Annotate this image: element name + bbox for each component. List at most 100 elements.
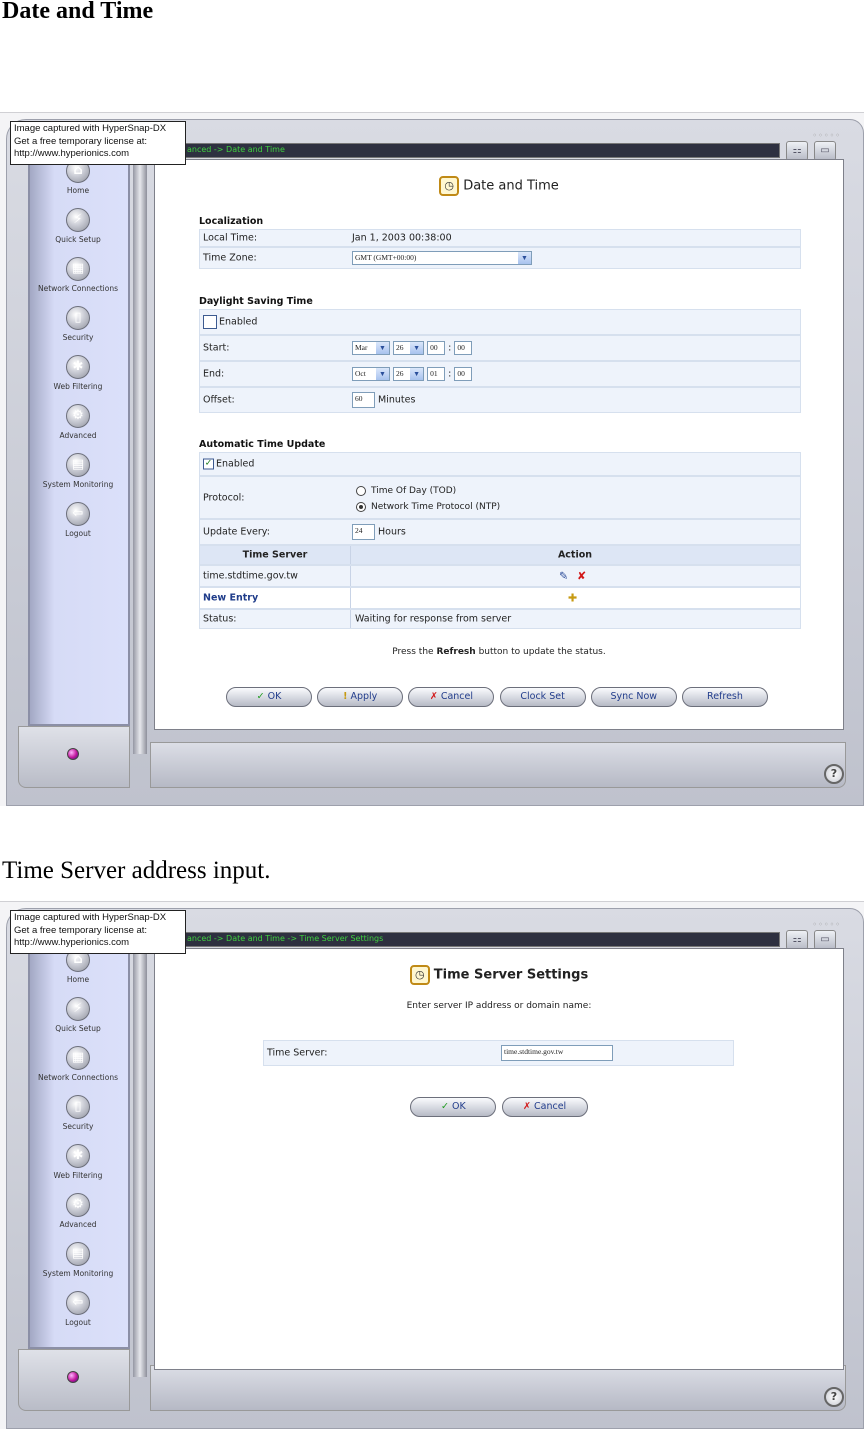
dst-offset-row: Offset: 60 Minutes xyxy=(199,387,801,413)
sidebar-item-web-filtering[interactable]: ✱ Web Filtering xyxy=(26,1144,130,1193)
protocol-ntp-radio[interactable] xyxy=(356,501,366,512)
page-title: ◷ Date and Time xyxy=(155,176,843,196)
chevron-down-icon: ▼ xyxy=(518,252,531,264)
auto-enabled-row: ✓ Enabled xyxy=(199,452,801,476)
sidebar-item-home[interactable]: ⌂ Home xyxy=(26,948,130,997)
lock-icon: ▯ xyxy=(66,1095,90,1119)
web-filter-icon: ✱ xyxy=(66,355,90,379)
ok-label: OK xyxy=(267,691,282,702)
ok-button[interactable]: ✓ OK xyxy=(410,1097,497,1117)
clock-set-button[interactable]: Clock Set xyxy=(499,687,586,707)
title-bar: anced -> Date and Time -> Time Server Se… xyxy=(150,932,780,947)
start-day-value: 26 xyxy=(396,343,404,352)
logout-icon: ⇦ xyxy=(66,1291,90,1315)
help-icon[interactable]: ? xyxy=(824,764,844,784)
start-minute-input[interactable]: 00 xyxy=(454,341,473,355)
cancel-button[interactable]: ✗ Cancel xyxy=(408,687,495,707)
sidebar-item-system-monitoring[interactable]: ▤ System Monitoring xyxy=(26,453,130,502)
chevron-down-icon: ▼ xyxy=(376,342,389,354)
ok-button[interactable]: ✓ OK xyxy=(226,687,313,707)
sidebar-item-system-monitoring[interactable]: ▤ System Monitoring xyxy=(26,1242,130,1291)
check-icon: ✓ xyxy=(256,691,265,702)
auto-enabled-checkbox[interactable]: ✓ xyxy=(203,458,214,470)
dst-start-label: Start: xyxy=(203,342,230,354)
logo-icon xyxy=(67,748,79,760)
end-hour-input[interactable]: 01 xyxy=(427,367,446,381)
end-day-select[interactable]: 26 ▼ xyxy=(393,367,425,381)
time-server-label: Time Server: xyxy=(267,1047,328,1059)
cancel-button[interactable]: ✗ Cancel xyxy=(501,1097,588,1117)
sidebar-item-label: Quick Setup xyxy=(55,235,101,244)
sidebar-nav: ⌂ Home ⚡ Quick Setup ▦ Network Connections … xyxy=(26,948,130,1340)
network-map-button[interactable]: ⚏ xyxy=(786,141,808,161)
update-every-input[interactable]: 24 xyxy=(352,524,375,540)
sidebar-item-advanced[interactable]: ⚙ Advanced xyxy=(26,1193,130,1242)
content-panel: ◷ Time Server Settings Enter server IP ad… xyxy=(154,948,844,1370)
apply-button[interactable]: ! Apply xyxy=(317,687,404,707)
refresh-button[interactable]: Refresh xyxy=(681,687,768,707)
time-zone-select[interactable]: GMT (GMT+00:00) ▼ xyxy=(352,251,532,265)
time-server-input[interactable]: time.stdtime.gov.tw xyxy=(501,1045,613,1061)
sidebar-item-label: Home xyxy=(66,186,90,195)
time-zone-label: Time Zone: xyxy=(203,252,257,264)
section-localization: Localization xyxy=(199,216,264,227)
sidebar-item-security[interactable]: ▯ Security xyxy=(26,306,130,355)
dst-start-row: Start: Mar ▼ 26 ▼ 00 : 00 xyxy=(199,335,801,361)
title-bar: anced -> Date and Time xyxy=(150,143,780,158)
end-month-select[interactable]: Oct ▼ xyxy=(352,367,390,381)
protocol-ntp-option[interactable]: Network Time Protocol (NTP) xyxy=(356,499,500,515)
sidebar-item-logout[interactable]: ⇦ Logout xyxy=(26,502,130,551)
window-button[interactable]: ▭ xyxy=(814,141,836,161)
offset-input[interactable]: 60 xyxy=(352,392,375,408)
network-map-button[interactable]: ⚏ xyxy=(786,930,808,950)
logout-icon: ⇦ xyxy=(66,502,90,526)
sidebar-item-quick-setup[interactable]: ⚡ Quick Setup xyxy=(26,208,130,257)
logo-icon xyxy=(67,1371,79,1383)
help-icon[interactable]: ? xyxy=(824,1387,844,1407)
protocol-tod-radio[interactable] xyxy=(356,485,366,496)
sidebar-item-label: Logout xyxy=(65,529,91,538)
splitter[interactable] xyxy=(133,936,147,1377)
sidebar-item-web-filtering[interactable]: ✱ Web Filtering xyxy=(26,355,130,404)
close-icon: ✗ xyxy=(523,1101,531,1112)
start-day-select[interactable]: 26 ▼ xyxy=(393,341,425,355)
page-title-text: Date and Time xyxy=(463,178,559,194)
watermark-line: Image captured with HyperSnap-DX xyxy=(14,123,167,134)
end-minute-input[interactable]: 00 xyxy=(454,367,473,381)
monitor-icon: ▤ xyxy=(66,453,90,477)
sidebar-item-advanced[interactable]: ⚙ Advanced xyxy=(26,404,130,453)
add-icon[interactable]: ✚ xyxy=(568,592,577,605)
local-time-label: Local Time: xyxy=(203,232,258,244)
protocol-tod-label: Time Of Day (TOD) xyxy=(371,486,457,496)
dst-end-label: End: xyxy=(203,368,225,380)
new-entry-link[interactable]: New Entry xyxy=(203,593,258,604)
sidebar-item-network-connections[interactable]: ▦ Network Connections xyxy=(26,257,130,306)
start-hour-input[interactable]: 00 xyxy=(427,341,446,355)
sidebar-item-security[interactable]: ▯ Security xyxy=(26,1095,130,1144)
new-entry-row: New Entry ✚ xyxy=(199,587,801,609)
instruction-text: Enter server IP address or domain name: xyxy=(406,1001,592,1011)
window-button[interactable]: ▭ xyxy=(814,930,836,950)
splitter[interactable] xyxy=(133,147,147,754)
sidebar-item-logout[interactable]: ⇦ Logout xyxy=(26,1291,130,1340)
section-daylight-saving: Daylight Saving Time xyxy=(199,296,313,307)
delete-icon[interactable]: ✘ xyxy=(577,570,586,583)
sidebar-item-home[interactable]: ⌂ Home xyxy=(26,159,130,208)
protocol-tod-option[interactable]: Time Of Day (TOD) xyxy=(356,483,500,499)
edit-icon[interactable]: ✎ xyxy=(559,570,568,583)
sidebar-footer xyxy=(18,726,130,788)
dst-enabled-checkbox[interactable] xyxy=(203,315,217,329)
local-time-value: Jan 1, 2003 00:38:00 xyxy=(352,232,452,244)
note-text: button to update the status. xyxy=(475,647,606,657)
status-label: Status: xyxy=(203,613,237,625)
content-panel: ◷ Date and Time Localization Local Time: … xyxy=(154,159,844,730)
col-action: Action xyxy=(557,549,593,561)
start-month-select[interactable]: Mar ▼ xyxy=(352,341,390,355)
sidebar-item-label: Quick Setup xyxy=(55,1024,101,1033)
sidebar-item-network-connections[interactable]: ▦ Network Connections xyxy=(26,1046,130,1095)
sync-now-button[interactable]: Sync Now xyxy=(590,687,677,707)
apply-icon: ! xyxy=(343,691,348,702)
watermark-line: http://www.hyperionics.com xyxy=(14,937,130,948)
document-caption: Time Server address input. xyxy=(2,857,271,884)
sidebar-item-quick-setup[interactable]: ⚡ Quick Setup xyxy=(26,997,130,1046)
